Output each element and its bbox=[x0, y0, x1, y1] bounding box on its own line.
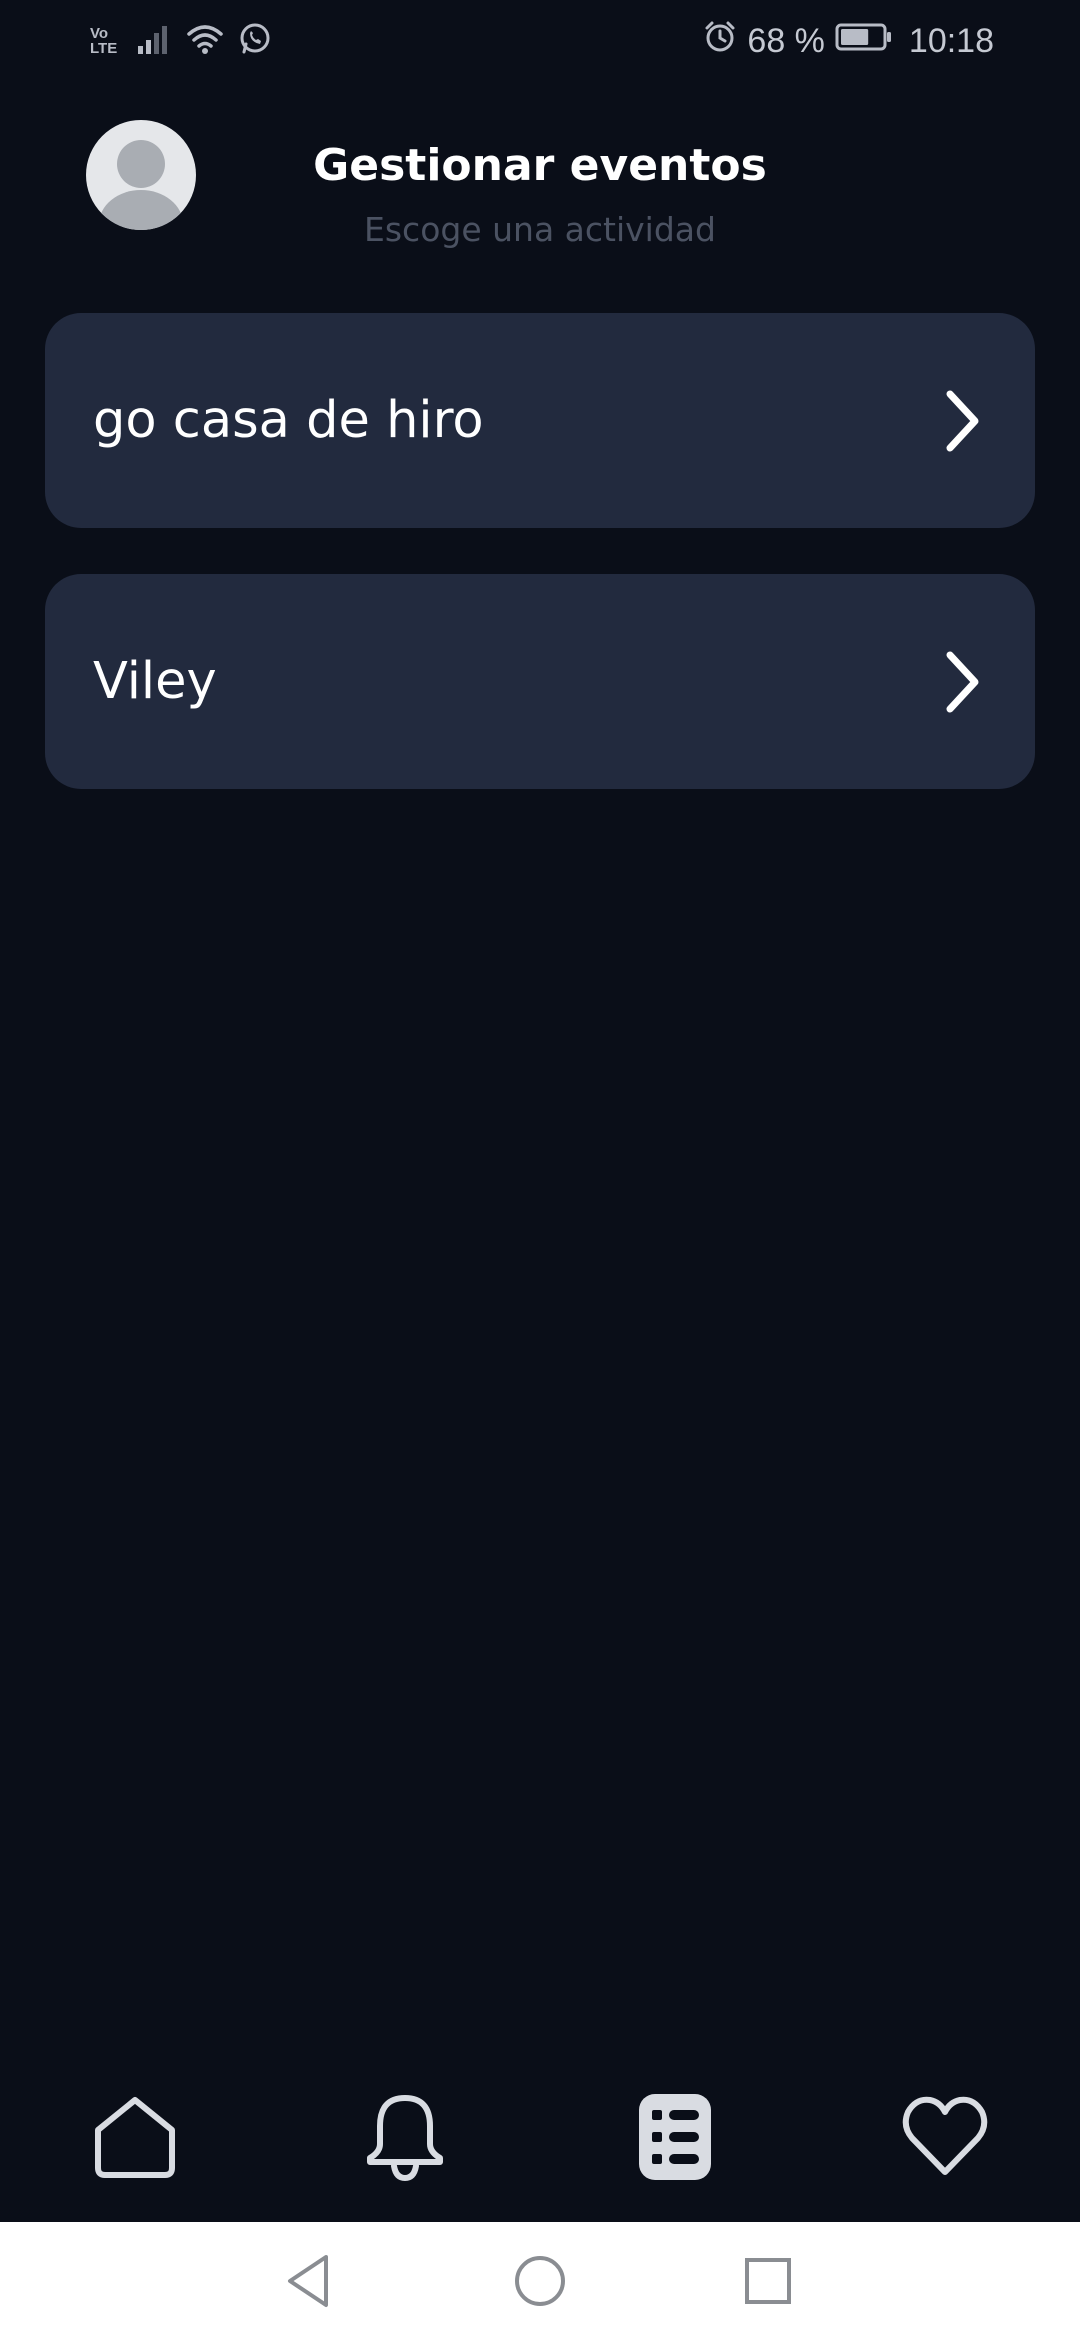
event-card[interactable]: go casa de hiro bbox=[45, 313, 1035, 528]
nav-notifications-button[interactable] bbox=[355, 2082, 455, 2192]
system-recents-button[interactable] bbox=[733, 2246, 803, 2316]
chevron-right-icon bbox=[939, 386, 985, 456]
back-triangle-icon bbox=[288, 2255, 328, 2307]
whatsapp-icon bbox=[238, 22, 272, 60]
battery-percent: 68 % bbox=[747, 22, 825, 60]
page-subtitle: Escoge una actividad bbox=[364, 210, 716, 249]
nav-events-button[interactable] bbox=[625, 2082, 725, 2192]
wifi-icon bbox=[186, 23, 224, 59]
chevron-right-icon bbox=[939, 647, 985, 717]
event-card-label: go casa de hiro bbox=[93, 391, 484, 450]
nav-favorites-button[interactable] bbox=[895, 2082, 995, 2192]
home-circle-icon bbox=[515, 2256, 565, 2306]
screen: Vo LTE 68 % 10:18 Gestionar eventos Esco… bbox=[0, 0, 1080, 2340]
clock: 10:18 bbox=[908, 22, 994, 60]
bottom-navigation bbox=[0, 2070, 1080, 2220]
recents-square-icon bbox=[745, 2258, 791, 2304]
bell-icon bbox=[367, 2095, 443, 2182]
signal-icon bbox=[138, 24, 172, 58]
home-icon bbox=[95, 2097, 175, 2178]
nav-home-button[interactable] bbox=[85, 2082, 185, 2192]
system-back-button[interactable] bbox=[274, 2246, 344, 2316]
heart-icon bbox=[902, 2096, 988, 2175]
status-right-icons: 68 % 10:18 bbox=[703, 20, 994, 63]
status-bar: Vo LTE 68 % 10:18 bbox=[0, 0, 1080, 86]
alarm-icon bbox=[703, 20, 737, 63]
status-left-icons: Vo LTE bbox=[90, 22, 272, 60]
volte-indicator: Vo LTE bbox=[90, 26, 124, 56]
system-home-button[interactable] bbox=[505, 2246, 575, 2316]
event-card-label: Viley bbox=[93, 652, 217, 711]
list-icon bbox=[639, 2094, 711, 2180]
volte-top-label: Vo bbox=[90, 25, 109, 42]
battery-icon bbox=[835, 22, 893, 61]
event-card[interactable]: Viley bbox=[45, 574, 1035, 789]
page-title: Gestionar eventos bbox=[0, 140, 1080, 191]
volte-bottom-label: LTE bbox=[90, 40, 118, 57]
page-title-text: Gestionar eventos bbox=[313, 140, 767, 191]
system-navigation-bar bbox=[0, 2222, 1080, 2340]
